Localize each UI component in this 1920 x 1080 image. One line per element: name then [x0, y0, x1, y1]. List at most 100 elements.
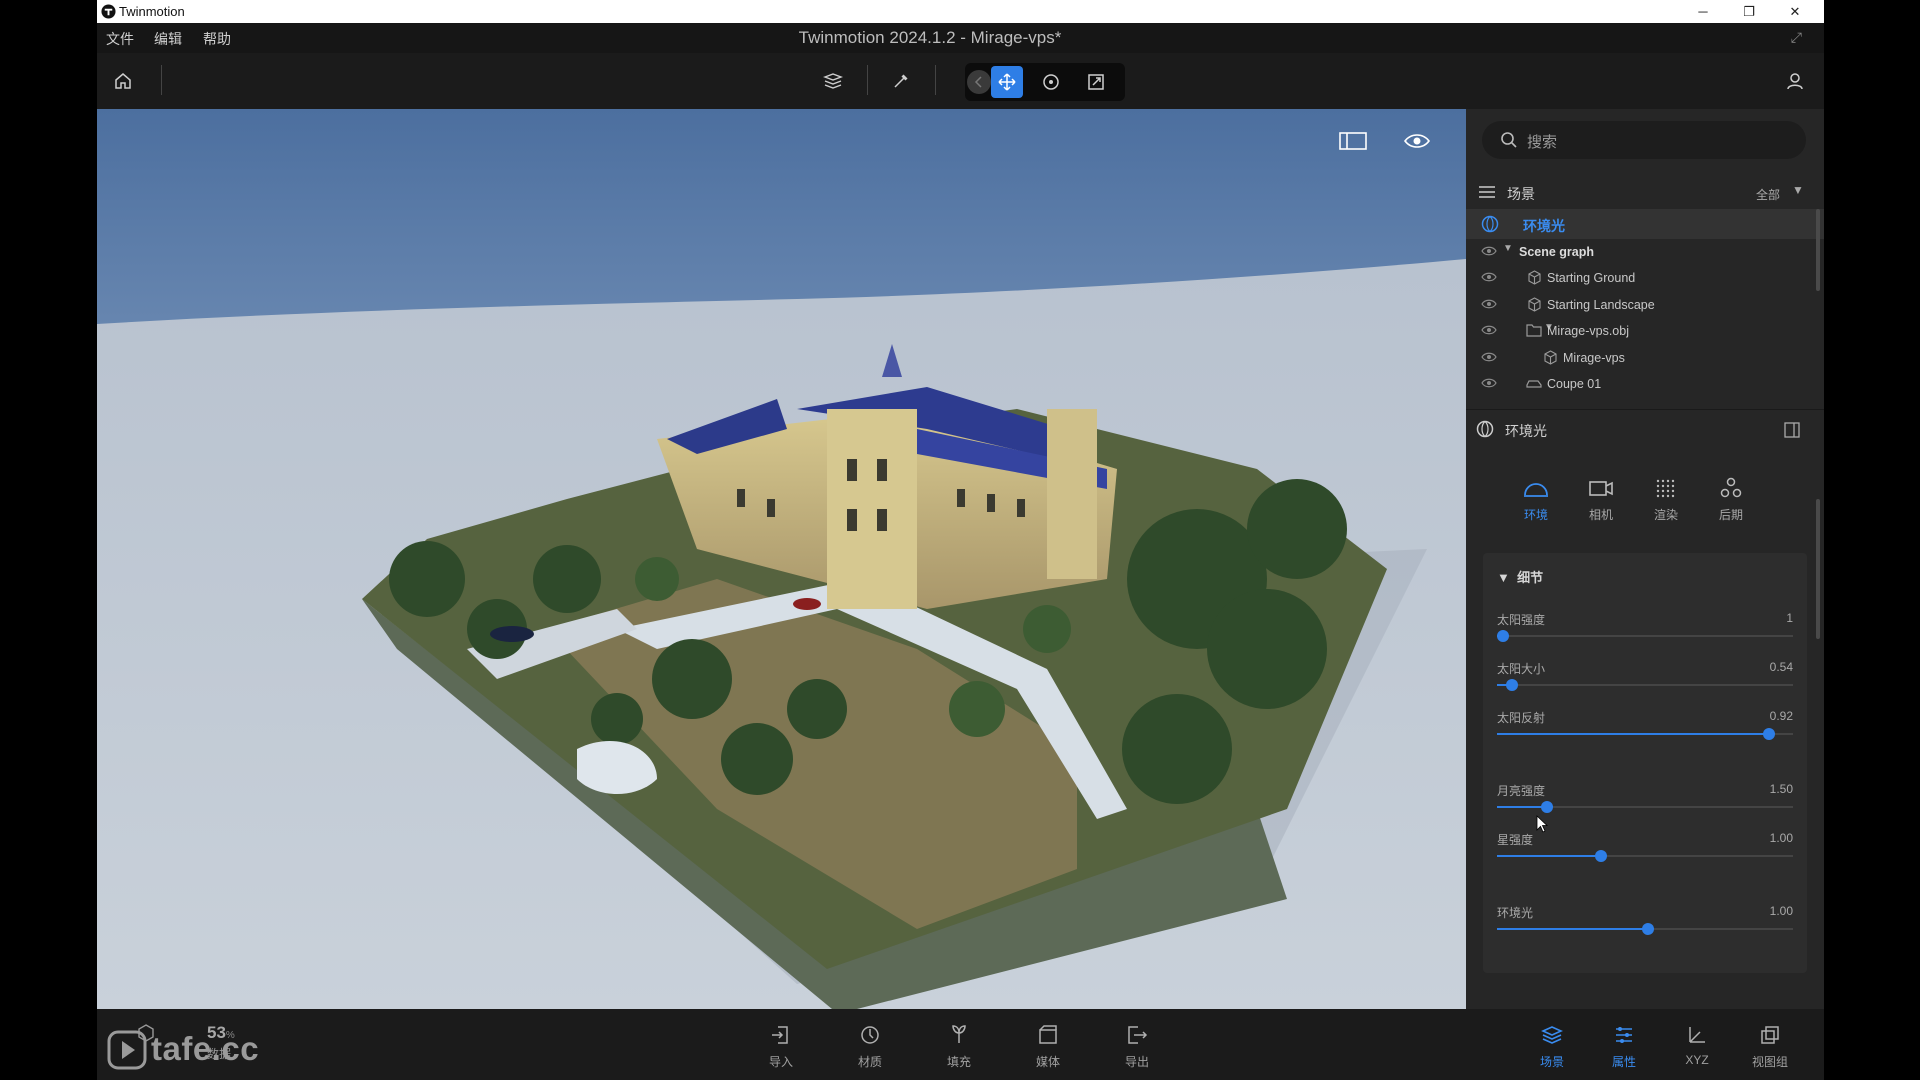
scene-item-label: 环境光 [1523, 218, 1565, 234]
3d-viewport[interactable] [97, 109, 1466, 1009]
slider-value[interactable]: 0.92 [1770, 709, 1793, 723]
search-input[interactable]: 搜索 [1482, 121, 1806, 159]
scene-render [97, 109, 1466, 1009]
visibility-eye-icon[interactable] [1481, 271, 1497, 283]
bottom-export-button[interactable]: 导出 [1109, 1023, 1165, 1070]
home-icon[interactable] [109, 67, 137, 95]
scene-tree-label: Starting Landscape [1547, 297, 1655, 312]
scene-tree-row[interactable]: ▼ Mirage-vps.obj [1466, 318, 1824, 344]
slider-handle[interactable] [1505, 679, 1518, 691]
bottom-import-button[interactable]: 导入 [753, 1023, 809, 1070]
bottom-viewset-button[interactable]: 视图组 [1742, 1023, 1798, 1070]
slider-value[interactable]: 0.54 [1770, 660, 1793, 674]
object-icon [1544, 349, 1557, 365]
visibility-eye-icon[interactable] [1481, 377, 1497, 389]
scale-icon[interactable] [1082, 68, 1110, 96]
move-icon[interactable] [991, 66, 1023, 98]
back-icon[interactable] [967, 70, 991, 94]
populate-icon [952, 1025, 966, 1043]
slider-value[interactable]: 1.00 [1770, 904, 1793, 918]
details-title: 细节 [1517, 570, 1544, 585]
scene-filter[interactable]: 全部 [1756, 186, 1780, 203]
slider-handle[interactable] [1594, 850, 1607, 862]
twinmotion-logo-icon [101, 4, 116, 19]
eye-icon[interactable] [1403, 131, 1433, 155]
slider-value[interactable]: 1.00 [1770, 831, 1793, 845]
watermark-logo-icon [107, 1030, 147, 1070]
scene-tree-row[interactable]: Coupe 01 [1466, 371, 1824, 397]
scene-item-ambient[interactable]: 环境光 [1466, 209, 1824, 239]
main-toolbar [97, 53, 1824, 109]
scene-layers-icon [1541, 1026, 1563, 1044]
tab-post[interactable]: 后期 [1706, 477, 1756, 523]
scene-tree-row[interactable]: Starting Ground [1466, 265, 1824, 291]
ambient-icon [1481, 215, 1499, 233]
slider-track[interactable] [1497, 635, 1793, 637]
bottom-item-label: 属性 [1611, 1055, 1636, 1069]
scene-tree-row[interactable]: Mirage-vps [1466, 345, 1824, 371]
mouse-cursor [1536, 815, 1549, 838]
details-header[interactable]: ▼ 细节 [1497, 567, 1543, 586]
minimize-button[interactable]: ─ [1680, 0, 1726, 23]
fullscreen-icon[interactable]: ⤢ [1791, 29, 1802, 46]
bottom-material-button[interactable]: 材质 [842, 1023, 898, 1070]
slider-row: 环境光 1.00 [1497, 904, 1793, 944]
slider-handle[interactable] [1763, 728, 1776, 740]
bottom-populate-button[interactable]: 填充 [931, 1023, 987, 1070]
tab-camera[interactable]: 相机 [1576, 477, 1626, 523]
scene-tree-label: Mirage-vps.obj [1547, 324, 1629, 339]
scene-tree-row[interactable]: Starting Landscape [1466, 292, 1824, 318]
transform-tool-group [965, 63, 1125, 101]
os-app-name: Twinmotion [119, 4, 185, 19]
scene-scrollbar[interactable] [1816, 209, 1820, 291]
bottom-item-label: 导出 [1124, 1055, 1149, 1069]
scene-tree-label: Mirage-vps [1563, 350, 1625, 365]
scene-title: 场景 [1507, 186, 1535, 202]
tab-label: 环境 [1523, 508, 1548, 522]
scene-tree-label: Scene graph [1519, 245, 1595, 259]
chevron-down-icon[interactable]: ▼ [1792, 183, 1804, 197]
environment-icon [1524, 483, 1548, 497]
slider-label: 太阳大小 [1497, 662, 1546, 676]
slider-handle[interactable] [1496, 630, 1509, 642]
slider-track[interactable] [1497, 684, 1793, 686]
properties-header: 环境光 [1466, 409, 1824, 447]
bottom-properties-button[interactable]: 属性 [1596, 1023, 1652, 1070]
scene-tree: 环境光 ▼ Scene graph Starting Ground Starting … [1466, 209, 1824, 409]
user-icon[interactable] [1781, 67, 1809, 95]
visibility-eye-icon[interactable] [1481, 351, 1497, 363]
restore-button[interactable]: ❐ [1726, 0, 1772, 23]
rotate-icon[interactable] [1037, 68, 1065, 96]
slider-label: 太阳反射 [1497, 711, 1546, 725]
slider-value[interactable]: 1.50 [1770, 782, 1793, 796]
slider-handle[interactable] [1641, 923, 1654, 935]
layers-icon[interactable] [819, 67, 847, 95]
folder-icon [1526, 324, 1542, 337]
scene-tree-row[interactable]: ▼ Scene graph [1466, 239, 1824, 265]
bottom-scene-layers-button[interactable]: 场景 [1524, 1023, 1580, 1070]
triangle-down-icon[interactable]: ▼ [1503, 243, 1513, 254]
object-icon [1528, 270, 1541, 286]
tab-render[interactable]: 渲染 [1641, 477, 1691, 523]
properties-scrollbar[interactable] [1816, 499, 1820, 639]
search-placeholder: 搜索 [1527, 134, 1558, 151]
close-window-button[interactable]: ✕ [1772, 0, 1818, 23]
material-icon [861, 1026, 879, 1044]
panel-toggle-icon[interactable] [1339, 131, 1369, 155]
ambient-icon [1476, 420, 1494, 438]
bottom-item-label: 媒体 [1035, 1055, 1060, 1069]
tab-environment[interactable]: 环境 [1511, 477, 1561, 523]
split-view-icon[interactable] [1784, 422, 1800, 438]
slider-handle[interactable] [1541, 801, 1554, 813]
slider-value[interactable]: 1 [1786, 611, 1793, 625]
slider-row: 太阳强度 1 [1496, 611, 1793, 651]
visibility-eye-icon[interactable] [1481, 324, 1497, 336]
visibility-eye-icon[interactable] [1481, 298, 1497, 310]
bottom-media-button[interactable]: 媒体 [1020, 1023, 1076, 1070]
search-icon [1501, 132, 1517, 148]
scene-header: 场景 全部 ▼ [1466, 177, 1824, 207]
watermark-text: tafe.cc [151, 1030, 260, 1067]
pick-icon[interactable] [887, 67, 915, 95]
visibility-eye-icon[interactable] [1481, 245, 1497, 257]
bottom-xyz-button[interactable]: XYZ [1669, 1023, 1725, 1067]
